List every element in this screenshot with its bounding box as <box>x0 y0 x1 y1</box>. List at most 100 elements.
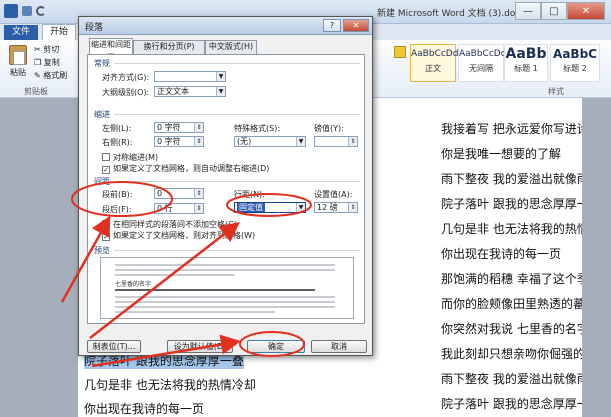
paste-label[interactable]: 粘贴 <box>10 67 26 78</box>
space-before-input[interactable]: 0 ⇕ <box>154 188 204 199</box>
chevron-down-icon: ▼ <box>216 72 225 81</box>
spinner-icon[interactable]: ⇕ <box>194 137 203 146</box>
doc-line[interactable]: 那饱满的稻穗 幸福了这个季 <box>441 270 582 287</box>
window-controls: — □ ✕ <box>515 2 605 20</box>
dialog-title: 段落 <box>85 23 104 33</box>
preview-line <box>115 311 275 313</box>
line-spacing-value: 固定值 <box>237 203 265 212</box>
divider <box>114 250 360 251</box>
style-no-spacing[interactable]: AaBbCcDd 无间隔 <box>458 44 507 82</box>
line-at-value: 12 磅 <box>317 203 338 212</box>
paste-icon[interactable] <box>9 45 27 65</box>
style-name: 无间隔 <box>469 64 493 73</box>
ok-button[interactable]: 确定 <box>247 340 305 353</box>
special-indent-value: (无) <box>237 137 252 146</box>
snap-to-grid-checkbox[interactable]: ✓ 如果定义了文档网格，则对齐到网格(W) <box>102 230 255 241</box>
style-heading-1[interactable]: AaBb 标题 1 <box>504 44 548 82</box>
doc-line[interactable]: 院子落叶 跟我的思念厚厚一 <box>441 195 582 212</box>
divider <box>114 63 360 64</box>
undo-icon[interactable] <box>36 6 46 16</box>
spinner-icon[interactable]: ⇕ <box>194 204 203 213</box>
dialog-title-bar[interactable]: 段落 ? ✕ <box>79 17 372 35</box>
style-preview: AaBb <box>505 46 547 62</box>
doc-line[interactable]: 而你的脸颊像田里熟透的蕃 <box>441 295 582 312</box>
doc-line[interactable]: 我此刻却只想亲吻你倔强的 <box>441 345 582 362</box>
checkbox-checked: ✓ <box>102 166 110 174</box>
tab-home[interactable]: 开始 <box>42 24 76 40</box>
style-preview: AaBbC <box>553 47 597 61</box>
style-normal[interactable]: AaBbCcDd 正文 <box>410 44 459 82</box>
line-spacing-select[interactable]: 固定值 ▼ <box>234 202 306 213</box>
maximize-button[interactable]: □ <box>541 2 567 20</box>
doc-line[interactable]: 几句是非 也无法将我的热情 <box>441 220 582 237</box>
indent-left-input[interactable]: 0 字符 ⇕ <box>154 122 204 133</box>
spinner-icon[interactable]: ⇕ <box>348 137 357 146</box>
auto-adjust-indent-checkbox[interactable]: ✓ 如果定义了文档网格，则自动调整右缩进(D) <box>102 163 269 174</box>
tab-line-page-breaks[interactable]: 换行和分页(P) <box>133 40 205 54</box>
indent-section-title: 缩进 <box>94 110 110 119</box>
cancel-button[interactable]: 取消 <box>311 340 367 353</box>
chevron-down-icon: ▼ <box>296 137 305 146</box>
minimize-button[interactable]: — <box>515 2 541 20</box>
copy-icon: ❐ <box>34 58 44 67</box>
format-painter-button[interactable]: ✎ 格式刷 <box>34 70 67 81</box>
doc-line[interactable]: 雨下整夜 我的爱溢出就像雨 <box>441 370 582 387</box>
spinner-icon[interactable]: ⇕ <box>194 189 203 198</box>
preview-line <box>115 301 335 303</box>
spinner-icon[interactable]: ⇕ <box>348 203 357 212</box>
style-name: 标题 1 <box>514 64 538 73</box>
doc-line[interactable]: 你出现在我诗的每一页 <box>441 245 582 262</box>
paragraph-dialog: 段落 ? ✕ 缩进和间距(I) 换行和分页(P) 中文版式(H) 常规 对齐方式… <box>78 16 373 356</box>
line-at-input[interactable]: 12 磅 ⇕ <box>314 202 358 213</box>
line-at-label: 设置值(A): <box>314 190 353 199</box>
dialog-close-button[interactable]: ✕ <box>343 19 369 32</box>
set-default-button[interactable]: 设为默认值(D) <box>167 340 233 353</box>
indent-left-label: 左侧(L): <box>102 124 132 133</box>
style-preview: AaBbCcDd <box>411 49 459 59</box>
indent-right-input[interactable]: 0 字符 ⇕ <box>154 136 204 147</box>
dialog-panel: 常规 对齐方式(G): ▼ 大纲级别(O): 正文文本 ▼ 缩进 左侧(L): 0… <box>87 54 365 324</box>
style-heading-2[interactable]: AaBbC 标题 2 <box>550 44 600 82</box>
tab-asian-typography[interactable]: 中文版式(H) <box>205 40 257 54</box>
style-name: 标题 2 <box>563 64 587 73</box>
preview-line <box>115 269 335 271</box>
indent-by-label: 磅值(Y): <box>314 124 344 133</box>
doc-line[interactable]: 你突然对我说 七里香的名字 <box>441 320 582 337</box>
checkbox-box <box>102 220 110 228</box>
mirror-indents-checkbox[interactable]: 对称缩进(M) <box>102 152 158 163</box>
help-button[interactable]: ? <box>323 19 341 32</box>
style-preview: AaBbCcDd <box>459 49 507 59</box>
indent-left-value: 0 字符 <box>157 123 181 132</box>
doc-line[interactable]: 几句是非 也无法将我的热情冷却 <box>84 376 256 393</box>
indent-right-value: 0 字符 <box>157 137 181 146</box>
preview-line <box>115 289 315 291</box>
no-space-same-style-checkbox[interactable]: 在相同样式的段落间不添加空格(C) <box>102 219 237 230</box>
indent-by-input[interactable]: ⇕ <box>314 136 358 147</box>
space-before-value: 0 <box>157 189 163 198</box>
doc-line[interactable]: 我接着写 把永远爱你写进诗 <box>441 120 582 137</box>
doc-line[interactable]: 你出现在我诗的每一页 <box>84 400 204 417</box>
alignment-select[interactable]: ▼ <box>154 71 226 82</box>
divider <box>114 181 360 182</box>
format-painter-label: 格式刷 <box>43 71 68 80</box>
copy-button[interactable]: ❐ 复制 <box>34 57 60 68</box>
tabs-button[interactable]: 制表位(T)... <box>87 340 141 353</box>
space-after-input[interactable]: 0 行 ⇕ <box>154 203 204 214</box>
highlight-icon[interactable] <box>394 46 406 58</box>
tab-file[interactable]: 文件 <box>4 25 38 40</box>
spinner-icon[interactable]: ⇕ <box>194 123 203 132</box>
styles-group-label: 样式 <box>548 87 564 96</box>
doc-line[interactable]: 雨下整夜 我的爱溢出就像雨 <box>441 170 582 187</box>
space-after-value: 0 行 <box>157 204 173 213</box>
cut-button[interactable]: ✂ 剪切 <box>34 44 59 55</box>
outline-level-select[interactable]: 正文文本 ▼ <box>154 86 226 97</box>
doc-line[interactable]: 你是我唯一想要的了解 <box>441 145 582 162</box>
save-icon[interactable] <box>22 6 32 16</box>
tab-indents-spacing[interactable]: 缩进和间距(I) <box>89 38 133 61</box>
close-button[interactable]: ✕ <box>567 2 605 20</box>
doc-line[interactable]: 院子落叶 跟我的思念厚厚一 <box>441 395 582 412</box>
spacing-section-title: 间距 <box>94 177 110 186</box>
word-app-icon[interactable] <box>4 4 18 18</box>
special-indent-select[interactable]: (无) ▼ <box>234 136 306 147</box>
checkbox-checked: ✓ <box>102 233 110 241</box>
